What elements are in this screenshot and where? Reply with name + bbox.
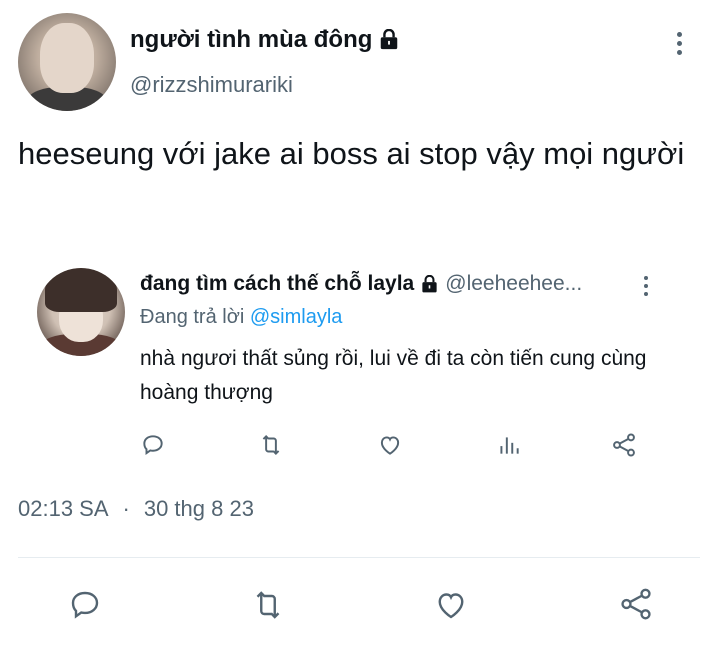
share-icon[interactable]	[609, 430, 639, 460]
tweet-timestamp[interactable]: 02:13 SA · 30 thg 8 23	[18, 496, 254, 522]
meta-separator: ·	[122, 496, 130, 521]
avatar[interactable]	[18, 13, 116, 111]
views-icon[interactable]	[494, 430, 524, 460]
author-name[interactable]: người tình mùa đông	[130, 26, 372, 54]
author-name-row[interactable]: người tình mùa đông	[130, 26, 400, 54]
more-options-icon[interactable]	[672, 32, 686, 62]
tweet-time[interactable]: 02:13 SA	[18, 496, 109, 521]
reply-header[interactable]: đang tìm cách thế chỗ layla @leeheehee..…	[140, 272, 660, 296]
tweet-text: heeseung với jake ai boss ai stop vậy mọ…	[18, 136, 685, 171]
retweet-icon[interactable]	[248, 586, 288, 624]
reply-avatar[interactable]	[37, 268, 125, 356]
retweet-icon[interactable]	[256, 430, 286, 460]
lock-icon	[422, 274, 437, 292]
reply-more-options-icon[interactable]	[640, 276, 652, 300]
divider	[18, 557, 700, 558]
reply-icon[interactable]	[66, 586, 104, 624]
tweet-date[interactable]: 30 thg 8 23	[144, 496, 254, 521]
author-handle[interactable]: @rizzshimurariki	[130, 72, 293, 98]
reply-author-handle[interactable]: @leeheehee...	[445, 272, 582, 296]
reply-text: nhà ngươi thất sủng rồi, lui về đi ta cò…	[140, 347, 647, 404]
like-icon[interactable]	[432, 586, 470, 624]
reply-icon[interactable]	[138, 430, 168, 460]
avatar-face	[40, 23, 94, 93]
replying-to: Đang trả lời @simlayla	[140, 306, 342, 329]
replying-prefix: Đang trả lời	[140, 306, 245, 328]
reply-avatar-hair	[45, 268, 117, 312]
reply-author-name[interactable]: đang tìm cách thế chỗ layla	[140, 272, 414, 296]
like-icon[interactable]	[375, 430, 405, 460]
lock-icon	[381, 29, 398, 50]
replying-mention[interactable]: @simlayla	[250, 306, 343, 328]
share-icon[interactable]	[616, 584, 656, 624]
